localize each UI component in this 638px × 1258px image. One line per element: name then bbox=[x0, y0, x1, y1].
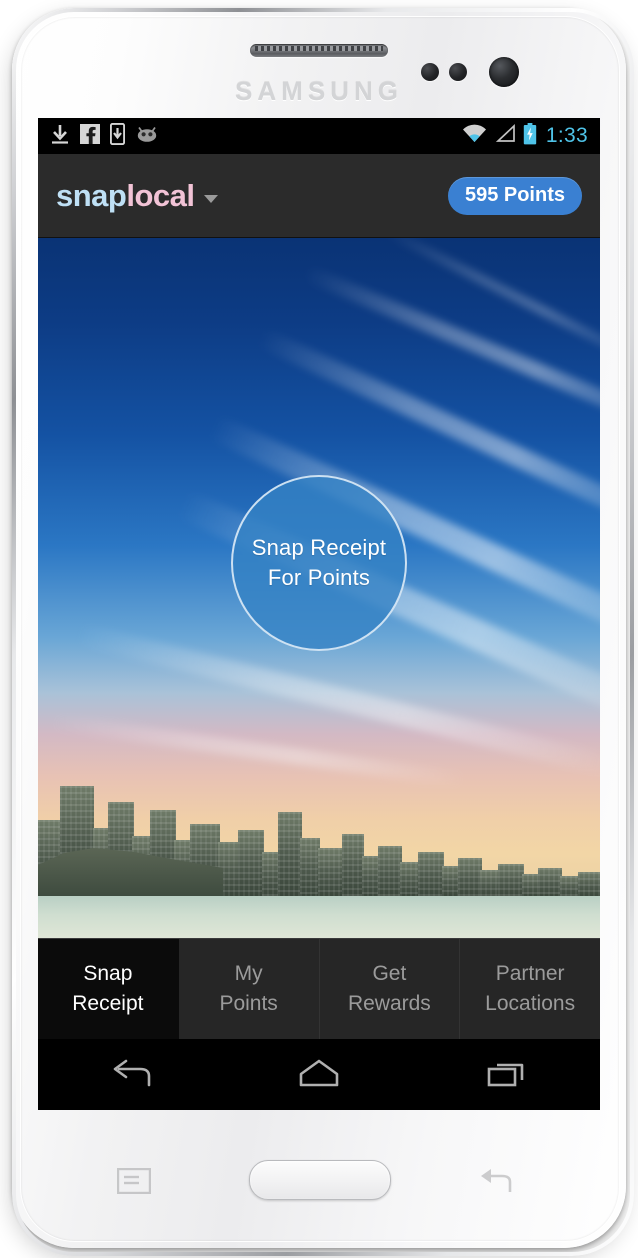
nav-home-button[interactable] bbox=[264, 1039, 374, 1110]
status-bar-system-icons: 1:33 bbox=[462, 122, 588, 150]
snap-receipt-button[interactable]: Snap Receipt For Points bbox=[231, 475, 407, 651]
android-jellybean-icon bbox=[135, 125, 159, 148]
device-brand-label: SAMSUNG bbox=[235, 76, 403, 106]
tab-label-line-2: Locations bbox=[485, 992, 576, 1015]
phone-screen: 1:33 snap local 595 Points Snap Receipt … bbox=[38, 118, 600, 1110]
tab-label-line-1: My bbox=[234, 962, 263, 985]
water bbox=[38, 896, 600, 938]
hardware-home-button[interactable] bbox=[249, 1160, 391, 1200]
building bbox=[498, 864, 524, 898]
android-status-bar: 1:33 bbox=[38, 118, 600, 154]
city-skyline bbox=[38, 748, 600, 938]
app-logo-part-snap: snap bbox=[56, 177, 127, 213]
building bbox=[238, 830, 264, 898]
status-bar-notification-icons bbox=[50, 122, 159, 150]
earpiece-speaker-icon bbox=[250, 44, 388, 57]
tab-label-line-2: Receipt bbox=[72, 992, 144, 1015]
chevron-down-icon[interactable] bbox=[203, 194, 218, 203]
android-navigation-bar bbox=[38, 1039, 600, 1110]
building bbox=[480, 870, 500, 898]
tab-label-line-2: Rewards bbox=[347, 992, 431, 1015]
nav-recents-button[interactable] bbox=[451, 1039, 561, 1110]
back-key-icon[interactable] bbox=[477, 1166, 515, 1201]
tab-my-points[interactable]: My Points bbox=[179, 939, 320, 1039]
tab-label-line-1: Snap bbox=[83, 962, 133, 985]
building bbox=[318, 848, 344, 898]
building bbox=[418, 852, 444, 898]
tab-snap-receipt[interactable]: Snap Receipt bbox=[38, 939, 179, 1039]
building bbox=[400, 862, 420, 898]
building bbox=[578, 872, 600, 898]
app-logo-part-local: local bbox=[126, 177, 195, 213]
building bbox=[342, 834, 364, 898]
back-arrow-icon bbox=[109, 1056, 155, 1095]
snap-button-line-2: For Points bbox=[267, 565, 371, 590]
bottom-tab-bar: Snap Receipt My Points Get Rewards Partn… bbox=[38, 938, 600, 1039]
nav-back-button[interactable] bbox=[77, 1039, 187, 1110]
wifi-icon bbox=[462, 124, 487, 148]
snap-button-line-1: Snap Receipt bbox=[251, 535, 387, 560]
tab-label-line-1: Get bbox=[372, 962, 407, 985]
app-install-icon bbox=[109, 122, 126, 150]
app-logo[interactable]: snap local bbox=[56, 178, 218, 214]
building bbox=[538, 868, 562, 898]
app-action-bar: snap local 595 Points bbox=[38, 154, 600, 238]
building bbox=[278, 812, 302, 898]
building bbox=[378, 846, 402, 898]
tab-label-line-2: Points bbox=[219, 992, 278, 1015]
building bbox=[560, 876, 580, 898]
main-content-area: Snap Receipt For Points bbox=[38, 238, 600, 938]
building bbox=[458, 858, 482, 898]
home-icon bbox=[297, 1057, 341, 1094]
status-bar-clock: 1:33 bbox=[545, 124, 588, 147]
recent-apps-icon bbox=[484, 1057, 528, 1094]
building bbox=[300, 838, 320, 898]
battery-charging-icon bbox=[523, 122, 537, 150]
tab-label-line-1: Partner bbox=[495, 962, 565, 985]
facebook-icon bbox=[80, 123, 100, 149]
points-badge[interactable]: 595 Points bbox=[447, 176, 582, 215]
tab-partner-locations[interactable]: Partner Locations bbox=[460, 939, 600, 1039]
cellular-signal-icon bbox=[494, 124, 516, 148]
download-icon bbox=[50, 123, 70, 150]
tab-get-rewards[interactable]: Get Rewards bbox=[320, 939, 461, 1039]
menu-key-icon[interactable] bbox=[116, 1167, 152, 1199]
